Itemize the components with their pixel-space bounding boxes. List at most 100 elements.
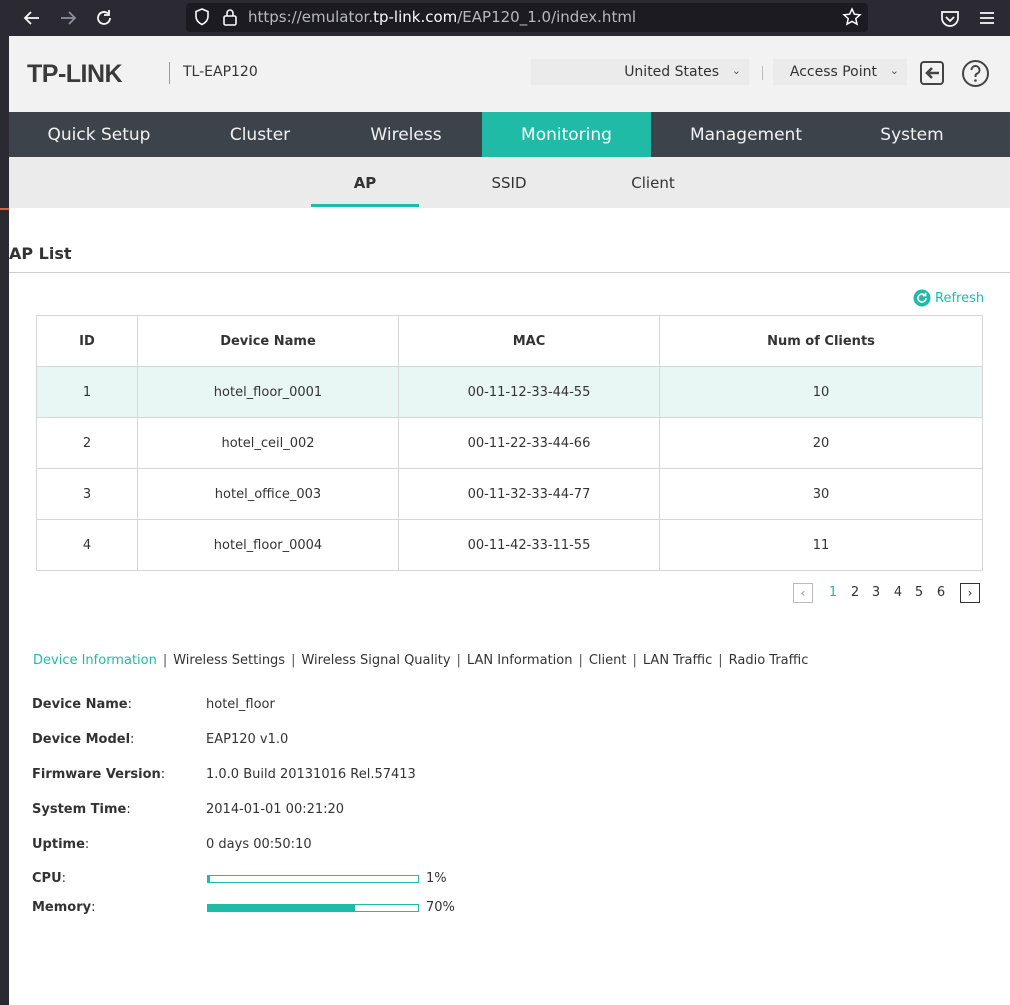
cell-id: 2 — [36, 417, 138, 469]
subtab-ssid[interactable]: SSID — [455, 157, 563, 208]
region-select-value: United States — [624, 64, 719, 80]
tab-system[interactable]: System — [841, 112, 983, 157]
browser-toolbar: https://emulator.tp-link.com/EAP120_1.0/… — [0, 0, 1010, 36]
memory-usage-bar — [207, 904, 419, 912]
cell-num-clients: 20 — [659, 417, 983, 469]
lock-icon[interactable] — [220, 7, 240, 27]
tab-cluster[interactable]: Cluster — [189, 112, 331, 157]
page-2[interactable]: 2 — [848, 585, 862, 600]
detail-tab-client[interactable]: Client — [589, 653, 627, 668]
cpu-usage-fill — [208, 876, 211, 882]
detail-tab-wireless-signal-quality[interactable]: Wireless Signal Quality — [301, 653, 450, 668]
column-header-device-name: Device Name — [137, 315, 399, 367]
memory-usage-value: 70% — [426, 900, 455, 915]
shield-icon[interactable] — [192, 7, 212, 27]
cell-num-clients: 30 — [659, 468, 983, 520]
tab-management[interactable]: Management — [651, 112, 841, 157]
prev-page-button[interactable]: ‹ — [793, 583, 813, 603]
info-label: Firmware Version — [32, 767, 161, 782]
back-icon[interactable] — [19, 5, 45, 31]
header-divider — [762, 66, 763, 80]
url-text[interactable]: https://emulator.tp-link.com/EAP120_1.0/… — [248, 8, 636, 26]
device-model-label: TL-EAP120 — [183, 64, 258, 80]
info-label: Uptime — [32, 837, 85, 852]
header: TP-LINK TL-EAP120 United States ⌄ Access… — [9, 36, 1010, 112]
detail-tab-lan-traffic[interactable]: LAN Traffic — [643, 653, 712, 668]
region-select[interactable]: United States ⌄ — [531, 59, 749, 85]
info-label: Device Name — [32, 697, 128, 712]
menu-icon[interactable] — [974, 5, 1000, 31]
tp-link-logo: TP-LINK — [27, 60, 123, 88]
chevron-down-icon: ⌄ — [731, 64, 741, 77]
chevron-right-icon: › — [967, 586, 973, 600]
ap-table: ID Device Name MAC Num of Clients 1 hote… — [36, 315, 983, 571]
page-6[interactable]: 6 — [934, 585, 948, 600]
subtab-client[interactable]: Client — [599, 157, 707, 208]
info-value: 0 days 00:50:10 — [206, 837, 312, 852]
page-3[interactable]: 3 — [869, 585, 883, 600]
refresh-label: Refresh — [935, 290, 985, 306]
chevron-down-icon: ⌄ — [889, 64, 899, 77]
table-row[interactable]: 4 hotel_floor_0004 00-11-42-33-11-55 11 — [36, 519, 983, 571]
section-divider — [9, 272, 1010, 273]
subtab-ap[interactable]: AP — [311, 157, 419, 208]
cell-device-name: hotel_floor_0004 — [137, 519, 399, 571]
refresh-icon — [913, 289, 931, 307]
table-row[interactable]: 3 hotel_office_003 00-11-32-33-44-77 30 — [36, 468, 983, 520]
info-value: EAP120 v1.0 — [206, 732, 289, 747]
info-label: Device Model — [32, 732, 131, 747]
detail-tabs: Device Information | Wireless Settings | Wir… — [33, 653, 809, 668]
memory-usage-fill — [208, 905, 355, 911]
reload-icon[interactable] — [91, 5, 117, 31]
cell-device-name: hotel_ceil_002 — [137, 417, 399, 469]
column-header-id: ID — [36, 315, 138, 367]
url-bar[interactable]: https://emulator.tp-link.com/EAP120_1.0/… — [186, 3, 868, 32]
cell-num-clients: 11 — [659, 519, 983, 571]
info-label: System Time — [32, 802, 127, 817]
info-label: Memory — [32, 900, 92, 915]
mode-select[interactable]: Access Point ⌄ — [773, 59, 907, 85]
chevron-left-icon: ‹ — [800, 586, 806, 600]
window-edge — [0, 36, 9, 1005]
cell-id: 1 — [36, 366, 138, 418]
mode-select-value: Access Point — [789, 64, 877, 80]
detail-tab-device-information[interactable]: Device Information — [33, 653, 157, 668]
cell-num-clients: 10 — [659, 366, 983, 418]
logout-icon[interactable] — [919, 60, 945, 86]
cell-device-name: hotel_floor_0001 — [137, 366, 399, 418]
info-value: hotel_floor — [206, 697, 275, 712]
column-header-num-clients: Num of Clients — [659, 315, 983, 367]
table-row[interactable]: 1 hotel_floor_0001 00-11-12-33-44-55 10 — [36, 366, 983, 418]
forward-icon[interactable] — [55, 5, 81, 31]
sub-nav: AP SSID Client — [9, 157, 1010, 208]
active-subtab-indicator — [311, 204, 419, 207]
cell-mac: 00-11-22-33-44-66 — [398, 417, 660, 469]
page-5[interactable]: 5 — [912, 585, 926, 600]
cell-id: 3 — [36, 468, 138, 520]
tab-quick-setup[interactable]: Quick Setup — [9, 112, 189, 157]
main-nav: Quick Setup Cluster Wireless Monitoring … — [9, 112, 1010, 157]
logo-divider — [169, 62, 170, 84]
refresh-button[interactable]: Refresh — [913, 289, 984, 307]
info-value: 1.0.0 Build 20131016 Rel.57413 — [206, 767, 416, 782]
tab-wireless[interactable]: Wireless — [331, 112, 481, 157]
cell-device-name: hotel_office_003 — [137, 468, 399, 520]
tab-monitoring[interactable]: Monitoring — [482, 112, 651, 157]
detail-tab-lan-information[interactable]: LAN Information — [467, 653, 573, 668]
info-value: 2014-01-01 00:21:20 — [206, 802, 345, 817]
star-icon[interactable] — [842, 7, 862, 27]
page-1[interactable]: 1 — [826, 585, 840, 600]
page: TP-LINK TL-EAP120 United States ⌄ Access… — [9, 36, 1010, 1005]
detail-tab-wireless-settings[interactable]: Wireless Settings — [173, 653, 285, 668]
help-icon[interactable] — [961, 59, 990, 88]
cpu-usage-value: 1% — [426, 871, 447, 886]
pocket-icon[interactable] — [937, 5, 963, 31]
detail-tab-radio-traffic[interactable]: Radio Traffic — [729, 653, 809, 668]
cell-mac: 00-11-12-33-44-55 — [398, 366, 660, 418]
ap-list-title: AP List — [9, 244, 72, 263]
column-header-mac: MAC — [398, 315, 660, 367]
page-4[interactable]: 4 — [891, 585, 905, 600]
cell-mac: 00-11-32-33-44-77 — [398, 468, 660, 520]
table-row[interactable]: 2 hotel_ceil_002 00-11-22-33-44-66 20 — [36, 417, 983, 469]
next-page-button[interactable]: › — [960, 583, 980, 603]
